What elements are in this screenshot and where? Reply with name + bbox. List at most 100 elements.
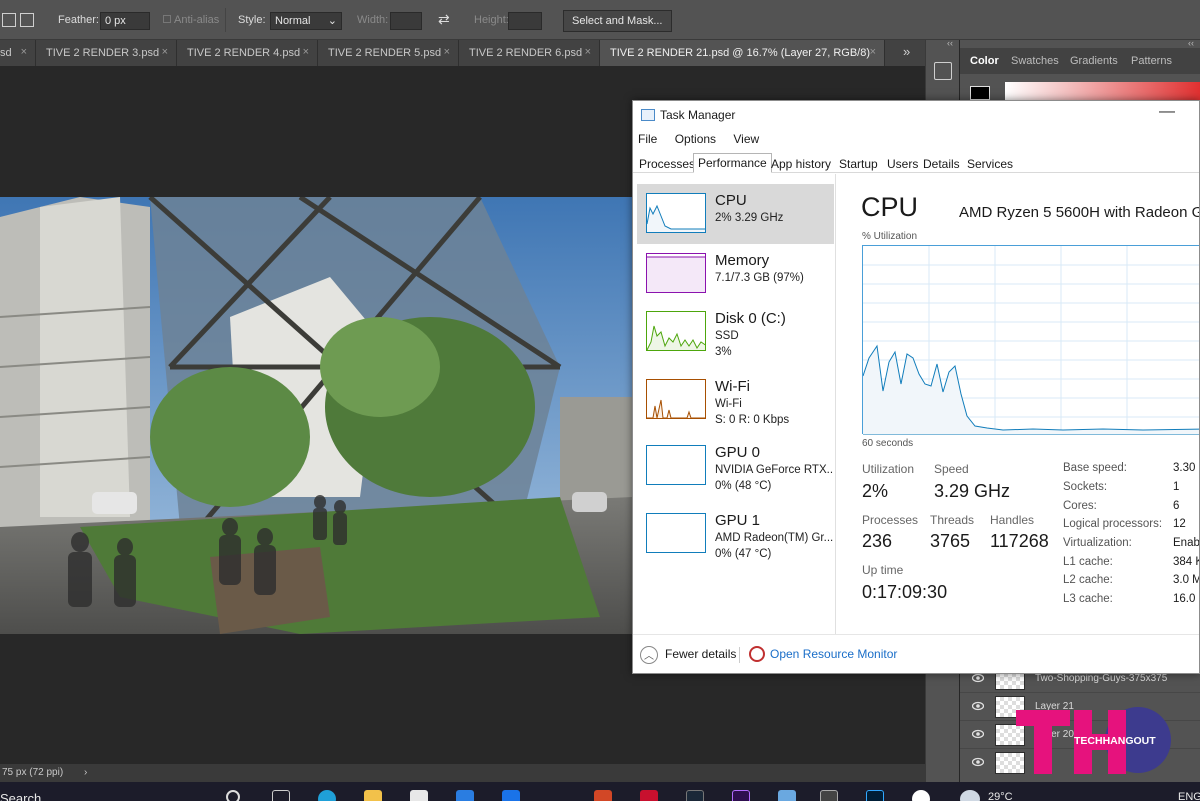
collapse-icon[interactable]: ‹‹ [947,38,953,48]
tab-gradients[interactable]: Gradients [1070,55,1118,67]
processes-label: Processes [862,513,919,527]
minimize-icon[interactable]: — [1159,103,1175,121]
resource-disk[interactable]: Disk 0 (C:) SSD 3% [637,302,834,362]
close-icon[interactable]: × [870,46,876,58]
photos-icon[interactable] [778,790,796,801]
divider [225,8,226,32]
gmail-icon[interactable] [640,790,658,801]
weather-icon [960,790,980,801]
premiere-icon[interactable] [732,790,750,801]
tm-tabs: Processes Performance App history Startu… [633,153,1199,173]
selection-mode-icon[interactable] [2,13,16,27]
task-view-icon[interactable] [272,790,290,801]
eye-icon[interactable] [972,728,984,740]
intersect-selection-icon[interactable] [20,13,34,27]
title-bar[interactable]: Task Manager — [633,101,1199,129]
resource-memory[interactable]: Memory 7.1/7.3 GB (97%) [637,244,834,304]
fewer-details-link[interactable]: Fewer details [665,647,736,661]
tab-processes[interactable]: Processes [635,155,699,173]
tab-app-history[interactable]: App history [767,155,835,173]
memory-mini-graph [646,253,706,293]
chevron-up-icon[interactable]: ︿ [640,646,658,664]
resource-gpu1[interactable]: GPU 1 AMD Radeon(TM) Gr... 0% (47 °C) [637,504,834,564]
spec-value: 3.30 GHz [1173,462,1199,474]
menu-file[interactable]: File [638,132,657,146]
history-icon[interactable] [934,62,952,80]
resource-detail: 7.1/7.3 GB (97%) [715,272,804,284]
steam-icon[interactable] [686,790,704,801]
tab-label: TIVE 2 RENDER 6.psd [469,47,583,59]
resource-detail: AMD Radeon(TM) Gr... [715,532,833,544]
search-icon[interactable] [226,790,240,801]
utilization-axis-label: % Utilization [862,231,918,242]
select-and-mask-button[interactable]: Select and Mask... [563,10,672,32]
height-input[interactable] [508,12,542,30]
chevron-right-icon[interactable]: › [84,767,87,778]
width-input[interactable] [390,12,422,30]
antialias-checkbox[interactable]: Anti-alias [163,14,219,26]
resource-name: Wi-Fi [715,378,750,395]
spec-value: 1 [1173,481,1180,493]
tab-swatches[interactable]: Swatches [1011,55,1059,67]
tab-color[interactable]: Color [970,55,999,67]
logo-text: TECHHANGOUT [1074,735,1156,747]
dropbox-icon[interactable] [502,790,520,801]
eye-icon[interactable] [972,700,984,712]
resource-cpu[interactable]: CPU 2% 3.29 GHz [637,184,834,244]
spec-label: L1 cache: [1063,556,1113,568]
menu-options[interactable]: Options [675,132,716,146]
tab-details[interactable]: Details [919,155,964,173]
tab-document[interactable]: sd × [0,40,36,66]
collapse-icon[interactable]: ‹‹ [1188,38,1194,48]
tab-document[interactable]: TIVE 2 RENDER 4.psd × [177,40,318,66]
eye-icon[interactable] [972,756,984,768]
app-icon[interactable] [912,790,930,801]
processes-value: 236 [862,531,893,551]
edge-icon[interactable] [318,790,336,801]
options-bar: Feather: 0 px Anti-alias Style: Normal ⌄… [0,0,1200,40]
resource-detail: 0% (48 °C) [715,480,772,492]
close-icon[interactable]: × [21,46,27,58]
tab-services[interactable]: Services [963,155,1017,173]
style-select[interactable]: Normal ⌄ [270,12,342,30]
swap-icon[interactable]: ⇄ [438,11,450,28]
tab-document-active[interactable]: TIVE 2 RENDER 21.psd @ 16.7% (Layer 27, … [600,40,885,66]
utilization-label: Utilization [862,462,915,476]
resource-gpu0[interactable]: GPU 0 NVIDIA GeForce RTX... 0% (48 °C) [637,436,834,496]
office-icon[interactable] [594,790,612,801]
close-icon[interactable]: × [585,46,591,58]
spec-value: 3.0 MB [1173,574,1199,586]
menu-view[interactable]: View [733,132,759,146]
mail-icon[interactable] [456,790,474,801]
tab-patterns[interactable]: Patterns [1131,55,1172,67]
close-icon[interactable]: × [444,46,450,58]
more-tabs-icon[interactable]: » [903,44,910,59]
architectural-render-image [0,197,632,634]
cpu-utilization-graph [862,245,1199,435]
language-indicator[interactable]: ENG [1178,791,1200,801]
spec-value: 6 [1173,500,1180,512]
taskbar-search[interactable]: Search [0,791,41,801]
foreground-color-swatch[interactable] [970,86,990,100]
height-label: Height: [474,14,509,26]
file-explorer-icon[interactable] [364,790,382,801]
zoom-readout: 75 px (72 ppi) [2,767,64,778]
photoshop-icon[interactable] [866,790,884,801]
tab-document[interactable]: TIVE 2 RENDER 3.psd × [36,40,177,66]
tab-document[interactable]: TIVE 2 RENDER 6.psd × [459,40,600,66]
feather-input[interactable]: 0 px [100,12,150,30]
tab-label: TIVE 2 RENDER 3.psd [46,47,160,59]
task-manager-taskbar-icon[interactable] [820,790,838,801]
open-resource-monitor-link[interactable]: Open Resource Monitor [770,647,897,661]
tab-startup[interactable]: Startup [835,155,882,173]
close-icon[interactable]: × [162,46,168,58]
resource-wifi[interactable]: Wi-Fi Wi-Fi S: 0 R: 0 Kbps [637,370,834,430]
tab-label: TIVE 2 RENDER 4.psd [187,47,301,59]
resource-name: GPU 0 [715,444,761,461]
tab-users[interactable]: Users [883,155,922,173]
tab-performance[interactable]: Performance [693,153,772,173]
close-icon[interactable]: × [303,46,309,58]
store-icon[interactable] [410,790,428,801]
gpu0-mini-graph [646,445,706,485]
tab-document[interactable]: TIVE 2 RENDER 5.psd × [318,40,459,66]
